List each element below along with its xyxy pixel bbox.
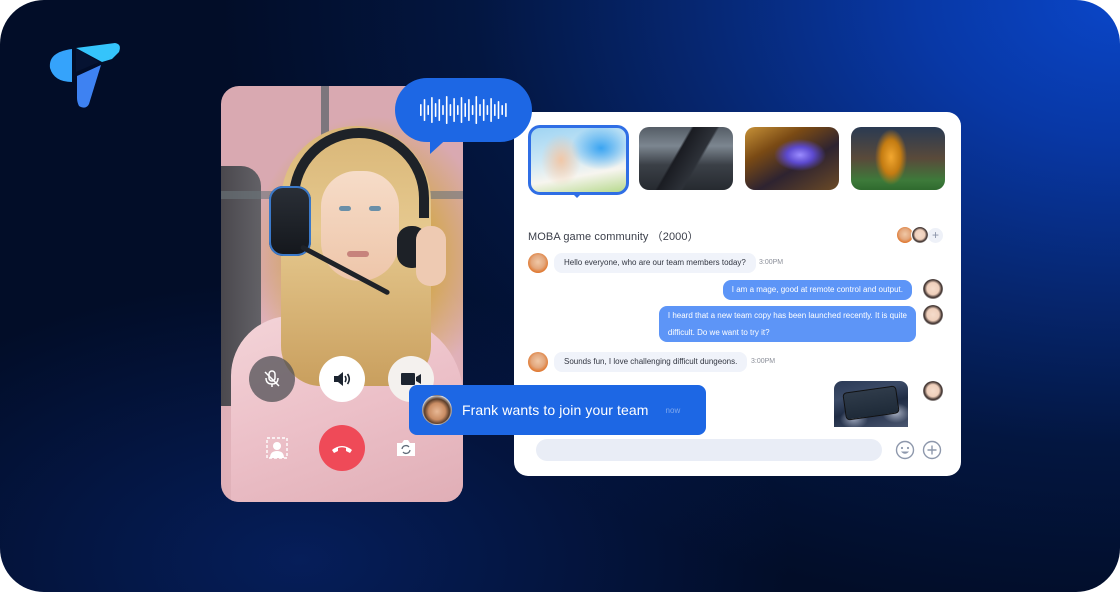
waveform-bar xyxy=(475,96,477,124)
sender-avatar[interactable] xyxy=(528,352,548,372)
background-canvas: MOBA game community （2000） + Hello every… xyxy=(0,0,1120,592)
waveform-bar xyxy=(452,98,455,122)
caller-hand xyxy=(416,226,446,286)
game-thumbnail-list xyxy=(528,125,945,195)
speaker-icon xyxy=(334,372,351,386)
sender-avatar[interactable] xyxy=(528,253,548,273)
emoji-icon xyxy=(895,440,915,460)
waveform-bar xyxy=(478,104,481,116)
background-blur-button[interactable] xyxy=(265,436,289,460)
plus-circle-icon xyxy=(922,440,942,460)
add-attachment-button[interactable] xyxy=(921,439,943,461)
flip-camera-icon xyxy=(397,440,415,456)
waveform-bar xyxy=(500,105,503,115)
message-timestamp: 3:00PM xyxy=(759,259,784,266)
message-line: I heard that a new team copy has been la… xyxy=(667,311,907,320)
waveform-bar xyxy=(430,97,433,123)
paper-plane-logo-icon xyxy=(49,43,120,108)
notification-time: now xyxy=(665,405,681,415)
add-member-button[interactable]: + xyxy=(928,227,943,243)
waveform-bar xyxy=(445,96,447,124)
waveform-bar xyxy=(456,105,459,115)
waveform-bar xyxy=(441,105,444,115)
game-thumbnail-shooter[interactable] xyxy=(639,127,733,190)
mic-off-icon xyxy=(264,370,280,387)
voice-message-bubble[interactable] xyxy=(395,78,532,142)
waveform-bar xyxy=(489,98,492,122)
message-bubble-incoming: Hello everyone, who are our team members… xyxy=(554,253,756,273)
waveform-bar xyxy=(438,99,440,121)
waveform-bar xyxy=(504,103,507,117)
waveform-bar xyxy=(467,99,470,121)
game-thumbnail-soccer[interactable] xyxy=(851,127,945,190)
member-avatar[interactable] xyxy=(911,226,929,244)
waveform-bar xyxy=(463,103,466,117)
message-bubble-outgoing: I am a mage, good at remote control and … xyxy=(722,280,912,300)
selected-thumbnail-caret xyxy=(571,192,583,198)
waveform-bar xyxy=(423,99,425,121)
waveform-bar xyxy=(471,105,473,115)
group-members: + xyxy=(896,226,943,244)
waveform-bar xyxy=(419,104,422,116)
speaker-button[interactable] xyxy=(319,356,365,402)
own-avatar[interactable] xyxy=(923,381,943,401)
waveform-bar xyxy=(434,103,436,117)
notification-text: Frank wants to join your team xyxy=(462,402,649,418)
waveform-bar xyxy=(460,97,462,123)
message-timestamp: 3:00PM xyxy=(751,358,776,365)
waveform-bar xyxy=(482,99,484,121)
own-avatar[interactable] xyxy=(923,279,943,299)
game-thumbnail-card-strategy[interactable] xyxy=(745,127,839,190)
flip-camera-button[interactable] xyxy=(394,436,418,460)
waveform-bar xyxy=(449,104,451,116)
frank-avatar xyxy=(422,395,452,425)
hang-up-button[interactable] xyxy=(319,425,365,471)
blur-background-icon xyxy=(266,437,288,459)
waveform-bar xyxy=(426,105,429,115)
own-avatar[interactable] xyxy=(923,305,943,325)
group-title: MOBA game community （2000） xyxy=(528,231,699,243)
waveform-bar xyxy=(486,105,488,115)
mute-button[interactable] xyxy=(249,356,295,402)
join-request-notification[interactable]: Frank wants to join your team now xyxy=(409,385,706,435)
image-message[interactable] xyxy=(834,381,908,427)
emoji-button[interactable] xyxy=(894,439,916,461)
message-input[interactable] xyxy=(536,439,882,461)
waveform-bar xyxy=(497,101,499,119)
message-bubble-outgoing: I heard that a new team copy has been la… xyxy=(658,306,916,342)
audio-waveform-icon xyxy=(419,96,507,124)
video-call-window xyxy=(221,86,463,502)
message-line: difficult. Do we want to try it? xyxy=(667,328,770,337)
waveform-bar xyxy=(493,104,496,116)
phone-hangup-icon xyxy=(332,446,352,453)
voice-bubble-tail xyxy=(430,134,452,154)
game-thumbnail-moba[interactable] xyxy=(528,125,629,195)
caller-lips xyxy=(347,251,369,257)
message-bubble-incoming: Sounds fun, I love challenging difficult… xyxy=(554,352,748,372)
